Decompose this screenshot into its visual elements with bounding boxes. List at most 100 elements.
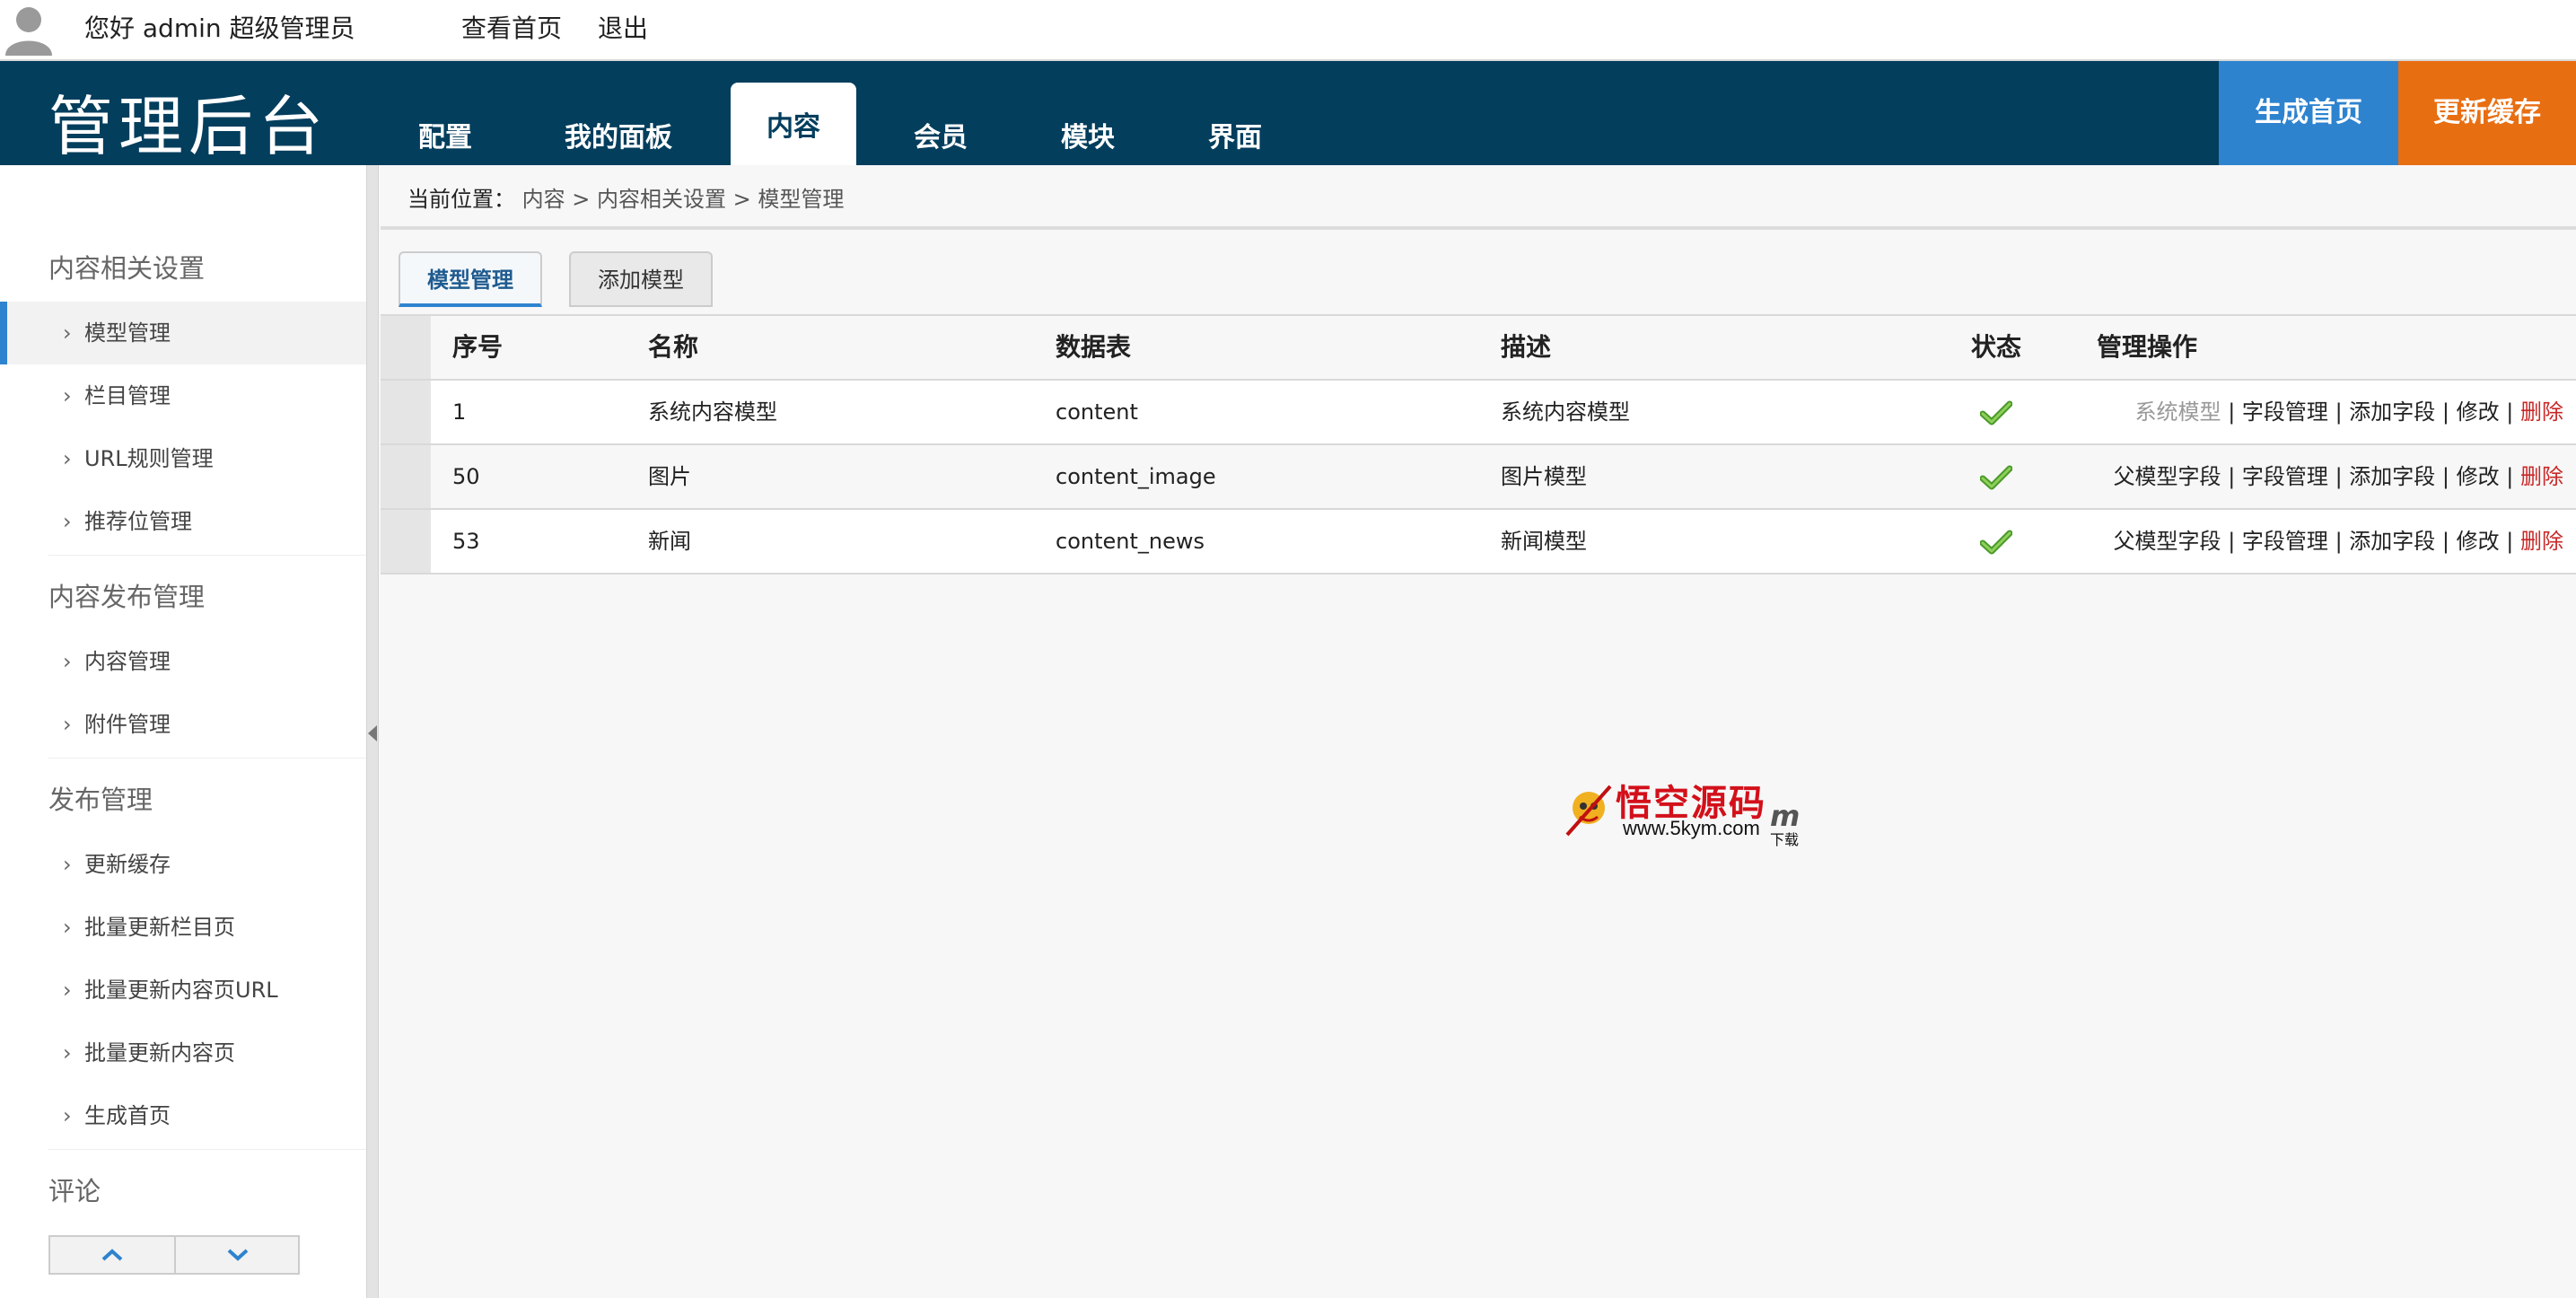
tab-add-model[interactable]: 添加模型 xyxy=(569,251,713,307)
sidebar-scroll-controls xyxy=(48,1235,300,1275)
sidebar-item-batch-update-category[interactable]: › 批量更新栏目页 xyxy=(0,896,366,959)
chevron-right-icon: › xyxy=(63,1040,72,1066)
action-field-management[interactable]: 字段管理 xyxy=(2242,399,2328,425)
col-header-status: 状态 xyxy=(1971,332,2022,362)
watermark-logo: 悟空源码 m www.5kym.com 下载 xyxy=(1565,776,1800,851)
watermark-suffix: 下载 xyxy=(1770,831,1800,848)
cell-description: 新闻模型 xyxy=(1501,529,1587,554)
active-indicator xyxy=(0,302,7,364)
main-content: 当前位置： 内容 > 内容相关设置 > 模型管理 模型管理 添加模型 序号 名称… xyxy=(381,165,2576,1298)
action-separator: | xyxy=(2506,464,2520,489)
action-separator: | xyxy=(2441,399,2457,425)
col-header-table: 数据表 xyxy=(1056,332,1132,362)
chevron-right-icon: › xyxy=(63,649,72,674)
action-separator: | xyxy=(2228,529,2242,554)
app-logo: 管理后台 xyxy=(48,89,329,164)
scroll-down-button[interactable] xyxy=(176,1237,300,1273)
chevron-up-icon xyxy=(101,1249,123,1261)
view-home-link[interactable]: 查看首页 xyxy=(461,9,562,45)
sidebar-item-model-management[interactable]: › 模型管理 xyxy=(0,302,366,364)
sidebar-item-category-management[interactable]: › 栏目管理 xyxy=(0,364,366,427)
sidebar-item-content-management[interactable]: › 内容管理 xyxy=(0,630,366,693)
sidebar-item-label: 批量更新内容页 xyxy=(84,1040,235,1066)
sidebar-divider xyxy=(48,555,366,556)
action-delete[interactable]: 删除 xyxy=(2520,464,2563,489)
cell-id: 1 xyxy=(452,399,467,425)
chevron-right-icon: › xyxy=(63,712,72,737)
sidebar-item-label: URL规则管理 xyxy=(84,446,214,471)
action-field-management[interactable]: 字段管理 xyxy=(2242,464,2328,489)
breadcrumb-item-model-management[interactable]: 模型管理 xyxy=(758,187,844,212)
table-bottom-border xyxy=(381,573,2576,574)
action-field-management[interactable]: 字段管理 xyxy=(2242,529,2328,554)
generate-home-button[interactable]: 生成首页 xyxy=(2219,61,2398,165)
breadcrumb-item-content[interactable]: 内容 xyxy=(522,187,565,212)
action-separator: | xyxy=(2441,529,2457,554)
scroll-up-button[interactable] xyxy=(50,1237,174,1273)
action-delete[interactable]: 删除 xyxy=(2520,529,2563,554)
col-header-id: 序号 xyxy=(452,332,504,362)
check-icon xyxy=(1980,400,2012,425)
breadcrumb-prefix: 当前位置： xyxy=(407,187,515,212)
sidebar: 内容相关设置 › 模型管理 › 栏目管理 › URL规则管理 › 推荐位管理 内… xyxy=(0,165,366,1298)
action-parent-fields[interactable]: 父模型字段 xyxy=(2114,464,2221,489)
sidebar-item-batch-update-content[interactable]: › 批量更新内容页 xyxy=(0,1022,366,1084)
cell-name: 图片 xyxy=(648,464,691,489)
action-edit[interactable]: 修改 xyxy=(2457,399,2500,425)
table-gutter xyxy=(381,316,431,379)
sidebar-splitter[interactable] xyxy=(366,165,379,1298)
nav-tab-my-panel[interactable]: 我的面板 xyxy=(551,111,686,165)
sidebar-item-label: 更新缓存 xyxy=(84,852,171,877)
sidebar-item-batch-update-content-url[interactable]: › 批量更新内容页URL xyxy=(0,959,366,1022)
nav-tab-content[interactable]: 内容 xyxy=(731,83,856,165)
sidebar-item-recommend-position[interactable]: › 推荐位管理 xyxy=(0,490,366,553)
action-separator: | xyxy=(2228,399,2242,425)
cell-table: content_news xyxy=(1056,529,1205,554)
logout-link[interactable]: 退出 xyxy=(598,9,648,45)
row-gutter xyxy=(381,445,431,508)
nav-tab-member[interactable]: 会员 xyxy=(898,111,984,165)
action-add-field[interactable]: 添加字段 xyxy=(2349,399,2435,425)
col-header-description: 描述 xyxy=(1501,332,1552,362)
row-actions: 父模型字段 | 字段管理 | 添加字段 | 修改 | 删除 xyxy=(2114,445,2563,508)
action-add-field[interactable]: 添加字段 xyxy=(2349,464,2435,489)
nav-tab-config[interactable]: 配置 xyxy=(402,111,488,165)
sidebar-item-label: 批量更新栏目页 xyxy=(84,915,235,940)
row-actions: 系统模型 | 字段管理 | 添加字段 | 修改 | 删除 xyxy=(2135,381,2563,443)
action-edit[interactable]: 修改 xyxy=(2457,529,2500,554)
sidebar-item-label: 内容管理 xyxy=(84,649,171,674)
update-cache-button[interactable]: 更新缓存 xyxy=(2398,61,2576,165)
nav-tab-interface[interactable]: 界面 xyxy=(1192,111,1278,165)
sidebar-item-attachment-management[interactable]: › 附件管理 xyxy=(0,693,366,756)
cell-description: 图片模型 xyxy=(1501,464,1587,489)
chevron-right-icon: › xyxy=(63,915,72,940)
monkey-logo-icon xyxy=(1565,785,1612,837)
row-gutter xyxy=(381,381,431,443)
sidebar-section-comments[interactable]: 评论 xyxy=(48,1171,101,1208)
sidebar-item-generate-home[interactable]: › 生成首页 xyxy=(0,1084,366,1147)
collapse-arrow-icon[interactable] xyxy=(368,725,377,741)
breadcrumb-item-content-settings[interactable]: 内容相关设置 xyxy=(597,187,726,212)
cell-table: content xyxy=(1056,399,1138,425)
sidebar-divider xyxy=(48,758,366,759)
tab-model-management[interactable]: 模型管理 xyxy=(399,251,542,307)
cell-description: 系统内容模型 xyxy=(1501,399,1630,425)
row-gutter xyxy=(381,510,431,573)
sidebar-item-update-cache[interactable]: › 更新缓存 xyxy=(0,833,366,896)
action-parent-fields[interactable]: 父模型字段 xyxy=(2114,529,2221,554)
action-separator: | xyxy=(2228,464,2242,489)
action-edit[interactable]: 修改 xyxy=(2457,464,2500,489)
main-header: 管理后台 配置 我的面板 内容 会员 模块 界面 生成首页 更新缓存 xyxy=(0,61,2576,165)
breadcrumb-separator: > xyxy=(732,187,758,212)
nav-tab-module[interactable]: 模块 xyxy=(1045,111,1131,165)
sidebar-section-content-settings[interactable]: 内容相关设置 xyxy=(48,248,205,285)
sidebar-item-label: 附件管理 xyxy=(84,712,171,737)
row-actions: 父模型字段 | 字段管理 | 添加字段 | 修改 | 删除 xyxy=(2114,510,2563,573)
user-bar: 您好 admin 超级管理员 查看首页 退出 xyxy=(0,0,2576,61)
sidebar-section-publish[interactable]: 发布管理 xyxy=(48,779,153,817)
sidebar-section-content-publish[interactable]: 内容发布管理 xyxy=(48,576,205,614)
cell-table: content_image xyxy=(1056,464,1216,489)
sidebar-item-url-rules[interactable]: › URL规则管理 xyxy=(0,427,366,490)
action-delete[interactable]: 删除 xyxy=(2520,399,2563,425)
action-add-field[interactable]: 添加字段 xyxy=(2349,529,2435,554)
